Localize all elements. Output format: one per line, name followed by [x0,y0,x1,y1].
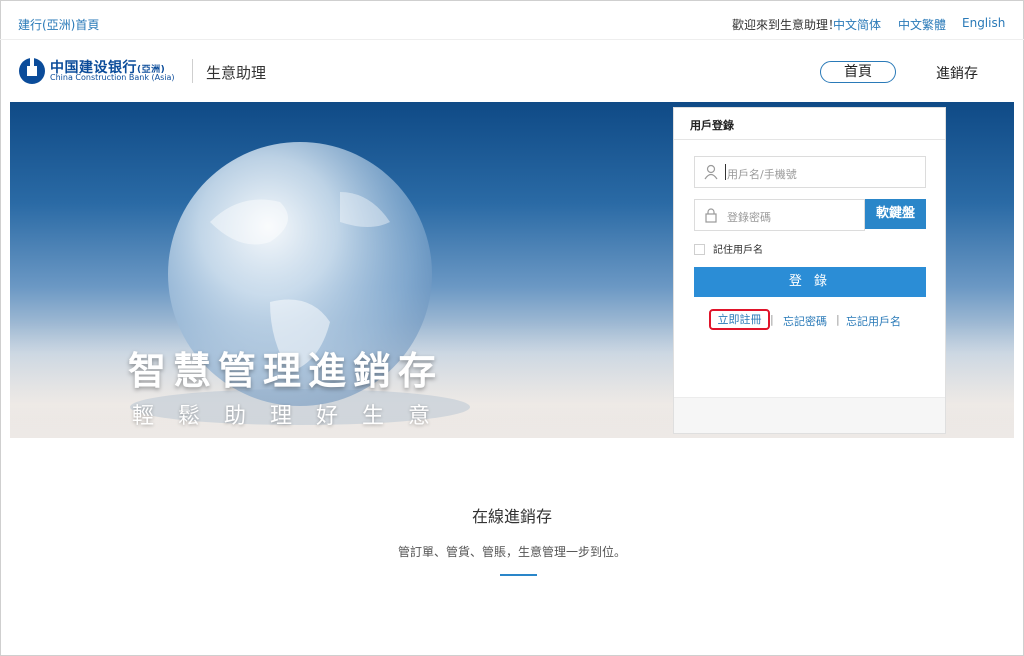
lock-icon [705,208,717,223]
login-footer [674,397,945,433]
lang-traditional-chinese[interactable]: 中文繁體 [898,16,946,33]
text-caret [725,164,726,180]
top-bar: 建行(亞洲)首頁 歡迎來到生意助理！ 中文简体 中文繁體 English [0,0,1024,40]
lang-simplified-chinese[interactable]: 中文简体 [833,16,881,33]
logo-text-en: China Construction Bank (Asia) [50,73,175,82]
forgot-username-link[interactable]: 忘記用戶名 [846,313,901,329]
banner-title: 智慧管理進銷存 [128,349,444,393]
app-name: 生意助理 [206,64,267,82]
nav-inventory-link[interactable]: 進銷存 [936,63,978,83]
logo-divider [192,59,193,83]
username-placeholder: 用戶名/手機號 [727,168,797,181]
welcome-text: 歡迎來到生意助理！ [732,18,841,32]
forgot-password-link[interactable]: 忘記密碼 [783,313,827,329]
login-title: 用戶登錄 [674,108,945,140]
section-description: 管訂單、管貨、管賬，生意管理一步到位。 [397,545,626,559]
password-field[interactable]: 登錄密碼 [694,199,865,231]
section-underline [500,574,537,576]
link-separator: | [836,313,840,326]
remember-label: 記住用戶名 [713,245,763,256]
login-button[interactable]: 登 錄 [694,267,926,297]
site-header: 中国建设银行(亞洲) China Construction Bank (Asia… [0,41,1024,101]
ccb-logo-icon [19,57,45,84]
user-icon [704,164,718,180]
section-title: 在線進銷存 [471,507,552,526]
remember-username[interactable]: 記住用戶名 [694,241,763,256]
register-link[interactable]: 立即註冊 [709,309,770,330]
login-links: 立即註冊 | 忘記密碼 | 忘記用戶名 [674,308,947,332]
virtual-keyboard-button[interactable]: 軟鍵盤 [865,199,926,229]
login-panel: 用戶登錄 用戶名/手機號 登錄密碼 軟鍵盤 記住用戶名 登 錄 立即註冊 | 忘… [673,107,946,434]
username-field[interactable]: 用戶名/手機號 [694,156,926,188]
link-separator: | [770,313,774,326]
remember-checkbox[interactable] [694,244,705,255]
password-placeholder: 登錄密碼 [727,211,771,224]
lang-english[interactable]: English [962,16,1005,30]
banner-subtitle: 輕鬆助理好生意 [132,404,455,429]
bank-home-link[interactable]: 建行(亞洲)首頁 [18,16,99,33]
nav-home-button[interactable]: 首頁 [820,61,896,83]
